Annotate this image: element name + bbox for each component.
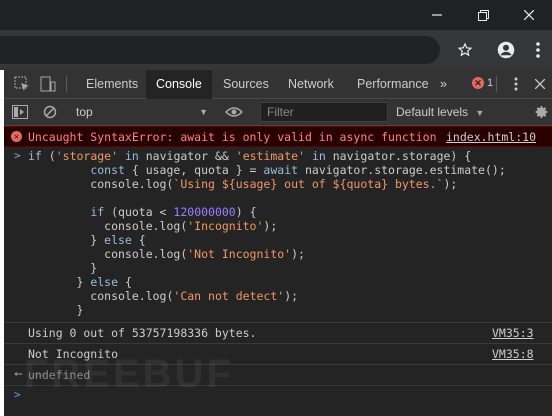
inspect-element-button[interactable] [12, 74, 32, 94]
title-bar [0, 0, 552, 30]
close-icon [535, 79, 545, 89]
eye-icon [225, 107, 243, 117]
code-block: if ('storage' in navigator && 'estimate'… [28, 149, 506, 317]
log-text: Using 0 out of 53757198336 bytes. [28, 326, 257, 340]
tab-elements[interactable]: Elements [76, 70, 148, 98]
devtools-tab-bar: Elements Console Sources Network Perform… [4, 70, 552, 100]
error-icon: ✕ [11, 131, 22, 142]
dropdown-arrow-icon: ▼ [475, 108, 485, 118]
tab-console[interactable]: Console [146, 70, 212, 100]
inspect-icon [14, 76, 29, 91]
clear-icon [43, 105, 57, 119]
context-selector[interactable]: top ▼ [76, 102, 216, 122]
more-vert-icon [514, 77, 518, 91]
levels-label: Default levels [396, 105, 469, 119]
watermark: FREEBUF [24, 352, 234, 396]
toolbar-divider [66, 76, 67, 92]
error-source-link[interactable]: index.html:10 [446, 130, 536, 144]
error-count-badge[interactable]: ✕ 1 [472, 77, 493, 89]
address-bar [0, 30, 552, 70]
close-button[interactable] [506, 0, 552, 30]
input-prompt-icon: > [14, 149, 21, 162]
error-count: 1 [487, 77, 494, 89]
tab-performance[interactable]: Performance [347, 70, 439, 98]
restore-button[interactable] [460, 0, 506, 30]
chevron-right-icon: > [14, 388, 21, 401]
devtools-menu-button[interactable] [506, 74, 526, 94]
console-toolbar: top ▼ Filter Default levels ▼ [4, 99, 552, 126]
console-input-code: > if ('storage' in navigator && 'estimat… [4, 147, 552, 323]
minimize-button[interactable] [414, 0, 460, 30]
device-toolbar-button[interactable] [38, 74, 58, 94]
account-button[interactable] [494, 38, 518, 62]
bookmark-button[interactable] [453, 38, 477, 62]
context-value: top [76, 105, 93, 119]
log-levels-dropdown[interactable]: Default levels ▼ [396, 102, 484, 122]
tab-network[interactable]: Network [278, 70, 344, 98]
star-icon [457, 42, 473, 57]
console-settings-button[interactable] [532, 102, 552, 122]
error-text: Uncaught SyntaxError: await is only vali… [28, 130, 437, 144]
gear-icon [535, 106, 548, 118]
console-log-row: Using 0 out of 53757198336 bytes. VM35:3 [4, 322, 552, 344]
close-devtools-button[interactable] [530, 74, 550, 94]
sidebar-icon [12, 105, 28, 119]
account-icon [497, 41, 515, 59]
dropdown-arrow-icon: ▼ [199, 107, 208, 117]
more-tabs-button[interactable]: » [434, 70, 453, 98]
clear-console-button[interactable] [40, 102, 60, 122]
log-source-link[interactable]: VM35:8 [492, 347, 534, 361]
minimize-icon [432, 14, 442, 16]
close-icon [524, 10, 534, 20]
restore-icon [477, 9, 489, 21]
error-icon: ✕ [472, 77, 484, 89]
live-expression-button[interactable] [224, 102, 244, 122]
console-error-message: ✕ Uncaught SyntaxError: await is only va… [4, 126, 552, 147]
more-vert-icon [536, 42, 540, 58]
toolbar-divider [496, 76, 497, 92]
return-arrow-icon: ⭠ [14, 367, 23, 380]
filter-input[interactable]: Filter [260, 102, 388, 122]
log-source-link[interactable]: VM35:3 [492, 326, 534, 340]
device-toggle-icon [40, 76, 56, 92]
show-sidebar-button[interactable] [10, 102, 30, 122]
browser-menu-button[interactable] [526, 38, 550, 62]
omnibox[interactable] [0, 36, 440, 64]
tab-sources[interactable]: Sources [213, 70, 279, 98]
